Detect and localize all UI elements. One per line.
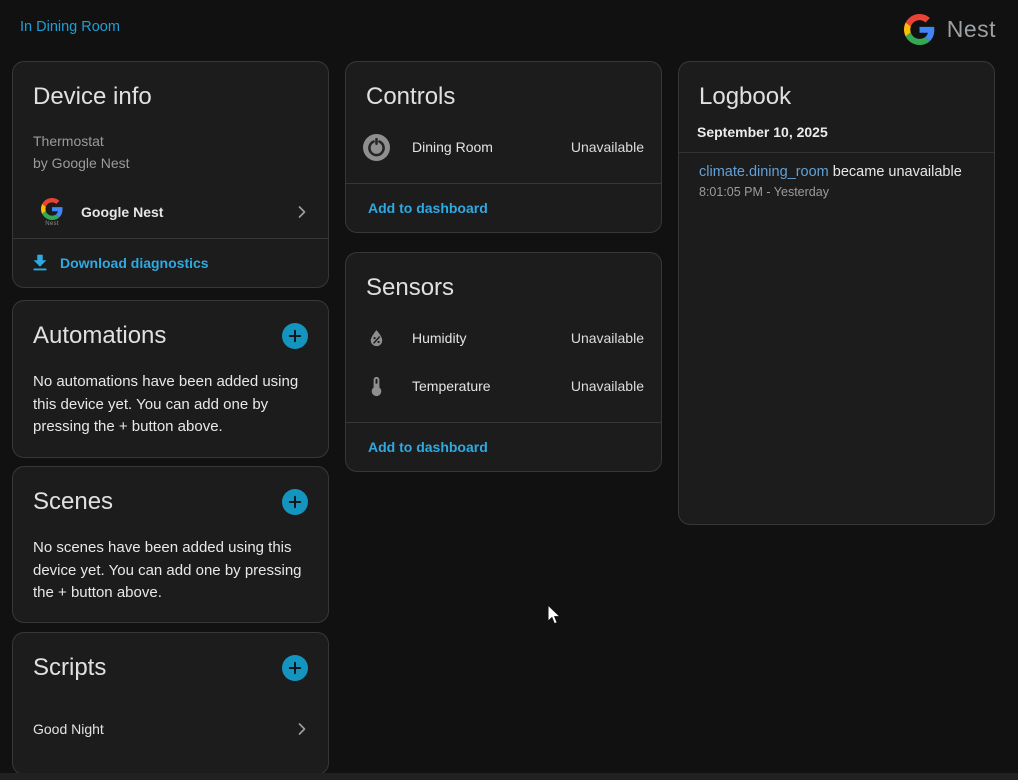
add-scene-button[interactable]	[282, 489, 308, 515]
humidity-icon	[362, 327, 390, 350]
automations-empty-text: No automations have been added using thi…	[33, 371, 308, 439]
device-model: Thermostat	[33, 130, 308, 152]
mouse-cursor	[547, 604, 562, 631]
scenes-card: Scenes No scenes have been added using t…	[12, 466, 329, 623]
logbook-title: Logbook	[699, 82, 791, 112]
google-logo-icon	[904, 14, 935, 45]
nest-integration-logo-icon: Nest	[37, 198, 67, 227]
logbook-entry: climate.dining_room became unavailable 8…	[679, 153, 994, 199]
integration-name: Google Nest	[81, 204, 292, 220]
brand-name: Nest	[947, 16, 996, 43]
entity-state: Unavailable	[571, 378, 644, 394]
scenes-empty-text: No scenes have been added using this dev…	[33, 537, 308, 605]
entity-name: Humidity	[412, 330, 571, 346]
add-automation-button[interactable]	[282, 323, 308, 349]
thermometer-icon	[362, 375, 390, 398]
entity-name: Temperature	[412, 378, 571, 394]
entity-row-dining-room[interactable]: Dining Room Unavailable	[346, 123, 661, 171]
entity-state: Unavailable	[571, 139, 644, 155]
device-info-title: Device info	[33, 82, 152, 112]
sensors-card: Sensors Humidity Unavailable	[345, 252, 662, 472]
sensors-title: Sensors	[366, 273, 454, 303]
controls-card: Controls Dining Room Unavailable Add to …	[345, 61, 662, 233]
entity-row-temperature[interactable]: Temperature Unavailable	[346, 362, 661, 410]
brand-header: Nest	[904, 10, 996, 48]
logbook-entity-link[interactable]: climate.dining_room	[699, 164, 829, 180]
automations-title: Automations	[33, 321, 166, 351]
chevron-right-icon	[292, 202, 312, 222]
area-link[interactable]: In Dining Room	[20, 19, 120, 35]
logbook-event-text: became unavailable	[833, 164, 962, 180]
device-info-card: Device info Thermostat by Google Nest Ne…	[12, 61, 329, 288]
download-diagnostics-link[interactable]: Download diagnostics	[13, 252, 209, 274]
entity-state: Unavailable	[571, 330, 644, 346]
bottom-strip	[0, 773, 1018, 780]
script-name: Good Night	[33, 721, 292, 737]
device-manufacturer: by Google Nest	[33, 152, 308, 174]
integration-row[interactable]: Nest Google Nest	[13, 186, 328, 238]
logbook-date: September 10, 2025	[697, 124, 976, 140]
controls-title: Controls	[366, 82, 455, 112]
script-row-good-night[interactable]: Good Night	[13, 705, 328, 753]
device-page: In Dining Room Nest Device info Thermost…	[0, 0, 1018, 780]
controls-add-to-dashboard-link[interactable]: Add to dashboard	[346, 200, 488, 216]
integration-caption: Nest	[45, 221, 59, 227]
entity-row-humidity[interactable]: Humidity Unavailable	[346, 314, 661, 362]
chevron-right-icon	[292, 719, 312, 739]
thermostat-icon	[362, 134, 390, 161]
automations-card: Automations No automations have been add…	[12, 300, 329, 458]
logbook-entry-time: 8:01:05 PM - Yesterday	[699, 185, 974, 199]
entity-name: Dining Room	[412, 139, 571, 155]
sensors-add-to-dashboard-link[interactable]: Add to dashboard	[346, 439, 488, 455]
logbook-card: Logbook September 10, 2025 climate.dinin…	[678, 61, 995, 525]
scenes-title: Scenes	[33, 487, 113, 517]
scripts-card: Scripts Good Night	[12, 632, 329, 775]
download-icon	[29, 252, 51, 274]
add-script-button[interactable]	[282, 655, 308, 681]
scripts-title: Scripts	[33, 653, 106, 683]
